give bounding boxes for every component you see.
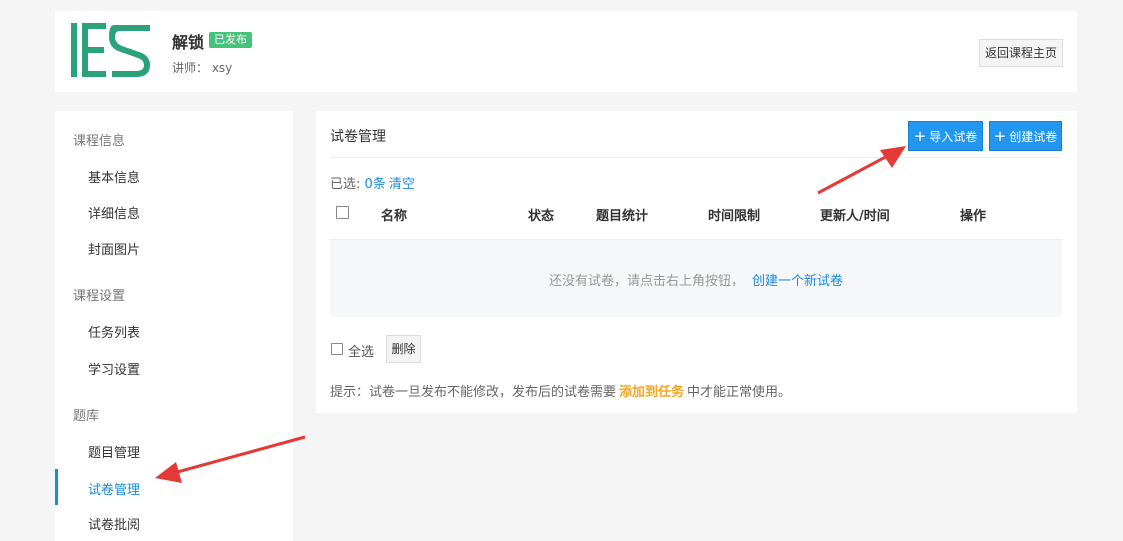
sidebar-item-question-manage[interactable]: 题目管理 <box>88 442 140 461</box>
sidebar-item-task-list[interactable]: 任务列表 <box>88 322 140 341</box>
create-new-paper-link[interactable]: 创建一个新试卷 <box>752 274 843 289</box>
add-to-task-link[interactable]: 添加到任务 <box>619 385 684 400</box>
sidebar-item-basic-info[interactable]: 基本信息 <box>88 167 140 186</box>
sidebar-item-cover-image[interactable]: 封面图片 <box>88 239 140 258</box>
sidebar-group-course-info: 课程信息 <box>73 134 126 149</box>
selected-summary: 已选: 0条 清空 <box>330 173 415 192</box>
empty-state-message: 还没有试卷，请点击右上角按钮， <box>548 274 744 289</box>
column-name: 名称 <box>381 209 408 224</box>
column-question-stats: 题目统计 <box>596 209 649 224</box>
plus-icon: + <box>993 127 1007 145</box>
sidebar-item-paper-review[interactable]: 试卷批阅 <box>88 514 140 533</box>
clear-selection-link[interactable]: 清空 <box>389 177 415 192</box>
course-logo <box>71 23 150 77</box>
sidebar: 课程信息 基本信息 详细信息 封面图片 课程设置 任务列表 学习设置 题库 题目… <box>55 111 293 541</box>
course-header: 解锁 已发布 讲师： xsy 返回课程主页 <box>55 11 1077 92</box>
column-updater-time: 更新人/时间 <box>820 209 890 224</box>
create-paper-label: 创建试卷 <box>1009 130 1058 144</box>
sidebar-item-study-settings[interactable]: 学习设置 <box>88 359 140 378</box>
back-to-course-button[interactable]: 返回课程主页 <box>979 39 1063 67</box>
column-actions: 操作 <box>960 209 987 224</box>
empty-state-text: 还没有试卷，请点击右上角按钮， 创建一个新试卷 <box>330 270 1062 289</box>
header-checkbox[interactable] <box>336 206 349 219</box>
empty-state: 还没有试卷，请点击右上角按钮， 创建一个新试卷 <box>330 239 1062 317</box>
import-paper-label: 导入试卷 <box>929 130 978 144</box>
course-title: 解锁 <box>172 33 205 52</box>
tip-prefix: 提示：试卷一旦发布不能修改，发布后的试卷需要 <box>330 385 617 400</box>
column-time-limit: 时间限制 <box>708 209 761 224</box>
sidebar-group-course-settings: 课程设置 <box>73 289 126 304</box>
selected-count[interactable]: 0条 <box>365 177 386 192</box>
sidebar-item-paper-manage[interactable]: 试卷管理 <box>88 479 140 498</box>
panel-title: 试卷管理 <box>330 129 386 145</box>
create-paper-button[interactable]: + 创建试卷 <box>989 121 1062 151</box>
select-all-label[interactable]: 全选 <box>348 341 374 360</box>
sidebar-group-question-bank: 题库 <box>73 409 100 424</box>
panel-divider <box>330 157 1062 158</box>
status-badge: 已发布 <box>209 32 252 48</box>
tip-text: 提示：试卷一旦发布不能修改，发布后的试卷需要 添加到任务 中才能正常使用。 <box>330 381 791 400</box>
tip-suffix: 中才能正常使用。 <box>687 385 792 400</box>
select-all-checkbox[interactable] <box>331 343 343 355</box>
import-paper-button[interactable]: + 导入试卷 <box>908 121 983 151</box>
sidebar-item-detail-info[interactable]: 详细信息 <box>88 203 140 222</box>
paper-manage-panel: 试卷管理 + 导入试卷 + 创建试卷 已选: 0条 清空 名称 状态 题目统计 时间限… <box>316 111 1077 413</box>
selected-prefix: 已选: <box>330 177 361 192</box>
plus-icon: + <box>913 127 927 145</box>
column-status: 状态 <box>528 209 555 224</box>
delete-button[interactable]: 删除 <box>386 335 421 363</box>
sidebar-active-indicator <box>55 469 58 505</box>
teacher-label: 讲师： xsy <box>172 61 233 75</box>
